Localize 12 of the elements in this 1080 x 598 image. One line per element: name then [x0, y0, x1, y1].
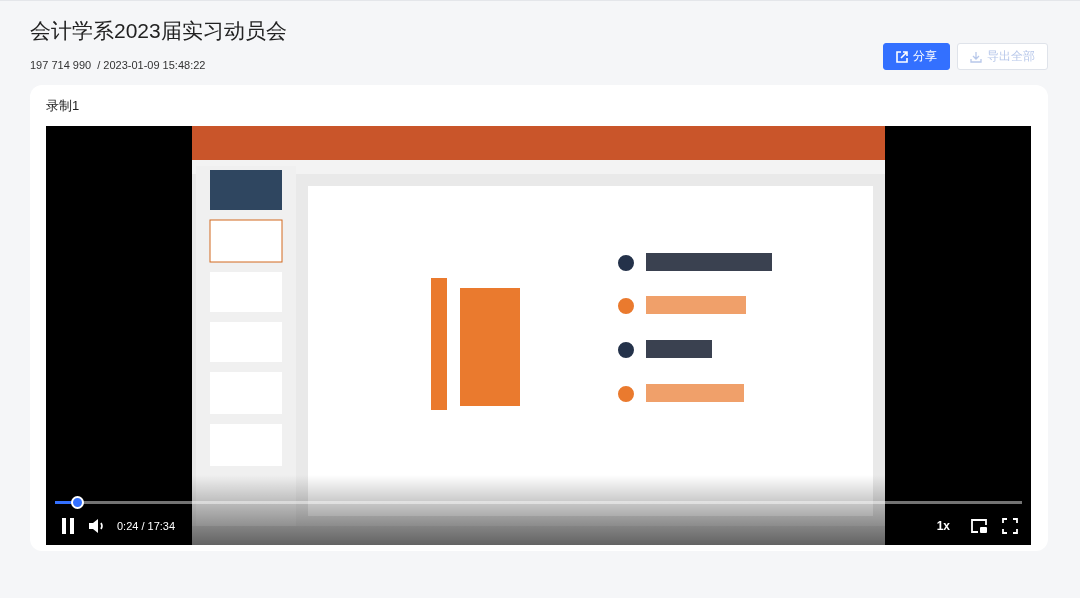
fullscreen-icon[interactable] [1002, 518, 1018, 534]
meeting-date: / 2023-01-09 15:48:22 [97, 59, 206, 71]
download-icon [970, 50, 982, 63]
playback-time: 0:24 / 17:34 [117, 520, 176, 532]
picture-in-picture-icon[interactable] [970, 518, 988, 534]
page-title: 会计学系2023届实习动员会 [30, 18, 287, 44]
meeting-id: 197 714 990 [30, 59, 92, 71]
speed-button[interactable]: 1x [936, 519, 950, 533]
share-button[interactable]: 分享 [883, 43, 950, 70]
share-icon [896, 50, 908, 63]
recording-title: 录制1 [46, 97, 81, 115]
pause-icon[interactable] [61, 518, 75, 534]
